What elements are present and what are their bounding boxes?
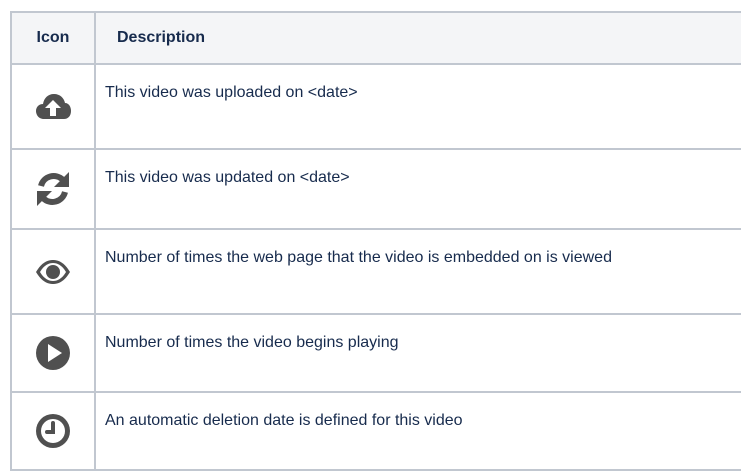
- cloud-upload-icon: [33, 87, 73, 127]
- eye-icon: [33, 252, 73, 292]
- row-description: Number of times the video begins playing: [94, 313, 741, 393]
- header-icon: Icon: [10, 11, 96, 65]
- table-row: This video was updated on <date>: [10, 148, 741, 230]
- icon-legend-table: Icon Description This video was uploaded…: [10, 11, 741, 471]
- row-description: This video was uploaded on <date>: [94, 63, 741, 150]
- play-circle-icon: [33, 333, 73, 373]
- refresh-icon: [33, 169, 73, 209]
- table-header-row: Icon Description: [10, 11, 741, 65]
- page: Icon Description This video was uploaded…: [0, 0, 741, 471]
- icon-cell: [10, 148, 96, 230]
- table-row: An automatic deletion date is defined fo…: [10, 391, 741, 471]
- icon-cell: [10, 228, 96, 315]
- row-description: This video was updated on <date>: [94, 148, 741, 230]
- clock-icon: [33, 411, 73, 451]
- icon-cell: [10, 391, 96, 471]
- table-row: Number of times the web page that the vi…: [10, 228, 741, 315]
- table-row: Number of times the video begins playing: [10, 313, 741, 393]
- row-description: An automatic deletion date is defined fo…: [94, 391, 741, 471]
- icon-cell: [10, 313, 96, 393]
- header-description: Description: [94, 11, 741, 65]
- table-row: This video was uploaded on <date>: [10, 63, 741, 150]
- icon-cell: [10, 63, 96, 150]
- row-description: Number of times the web page that the vi…: [94, 228, 741, 315]
